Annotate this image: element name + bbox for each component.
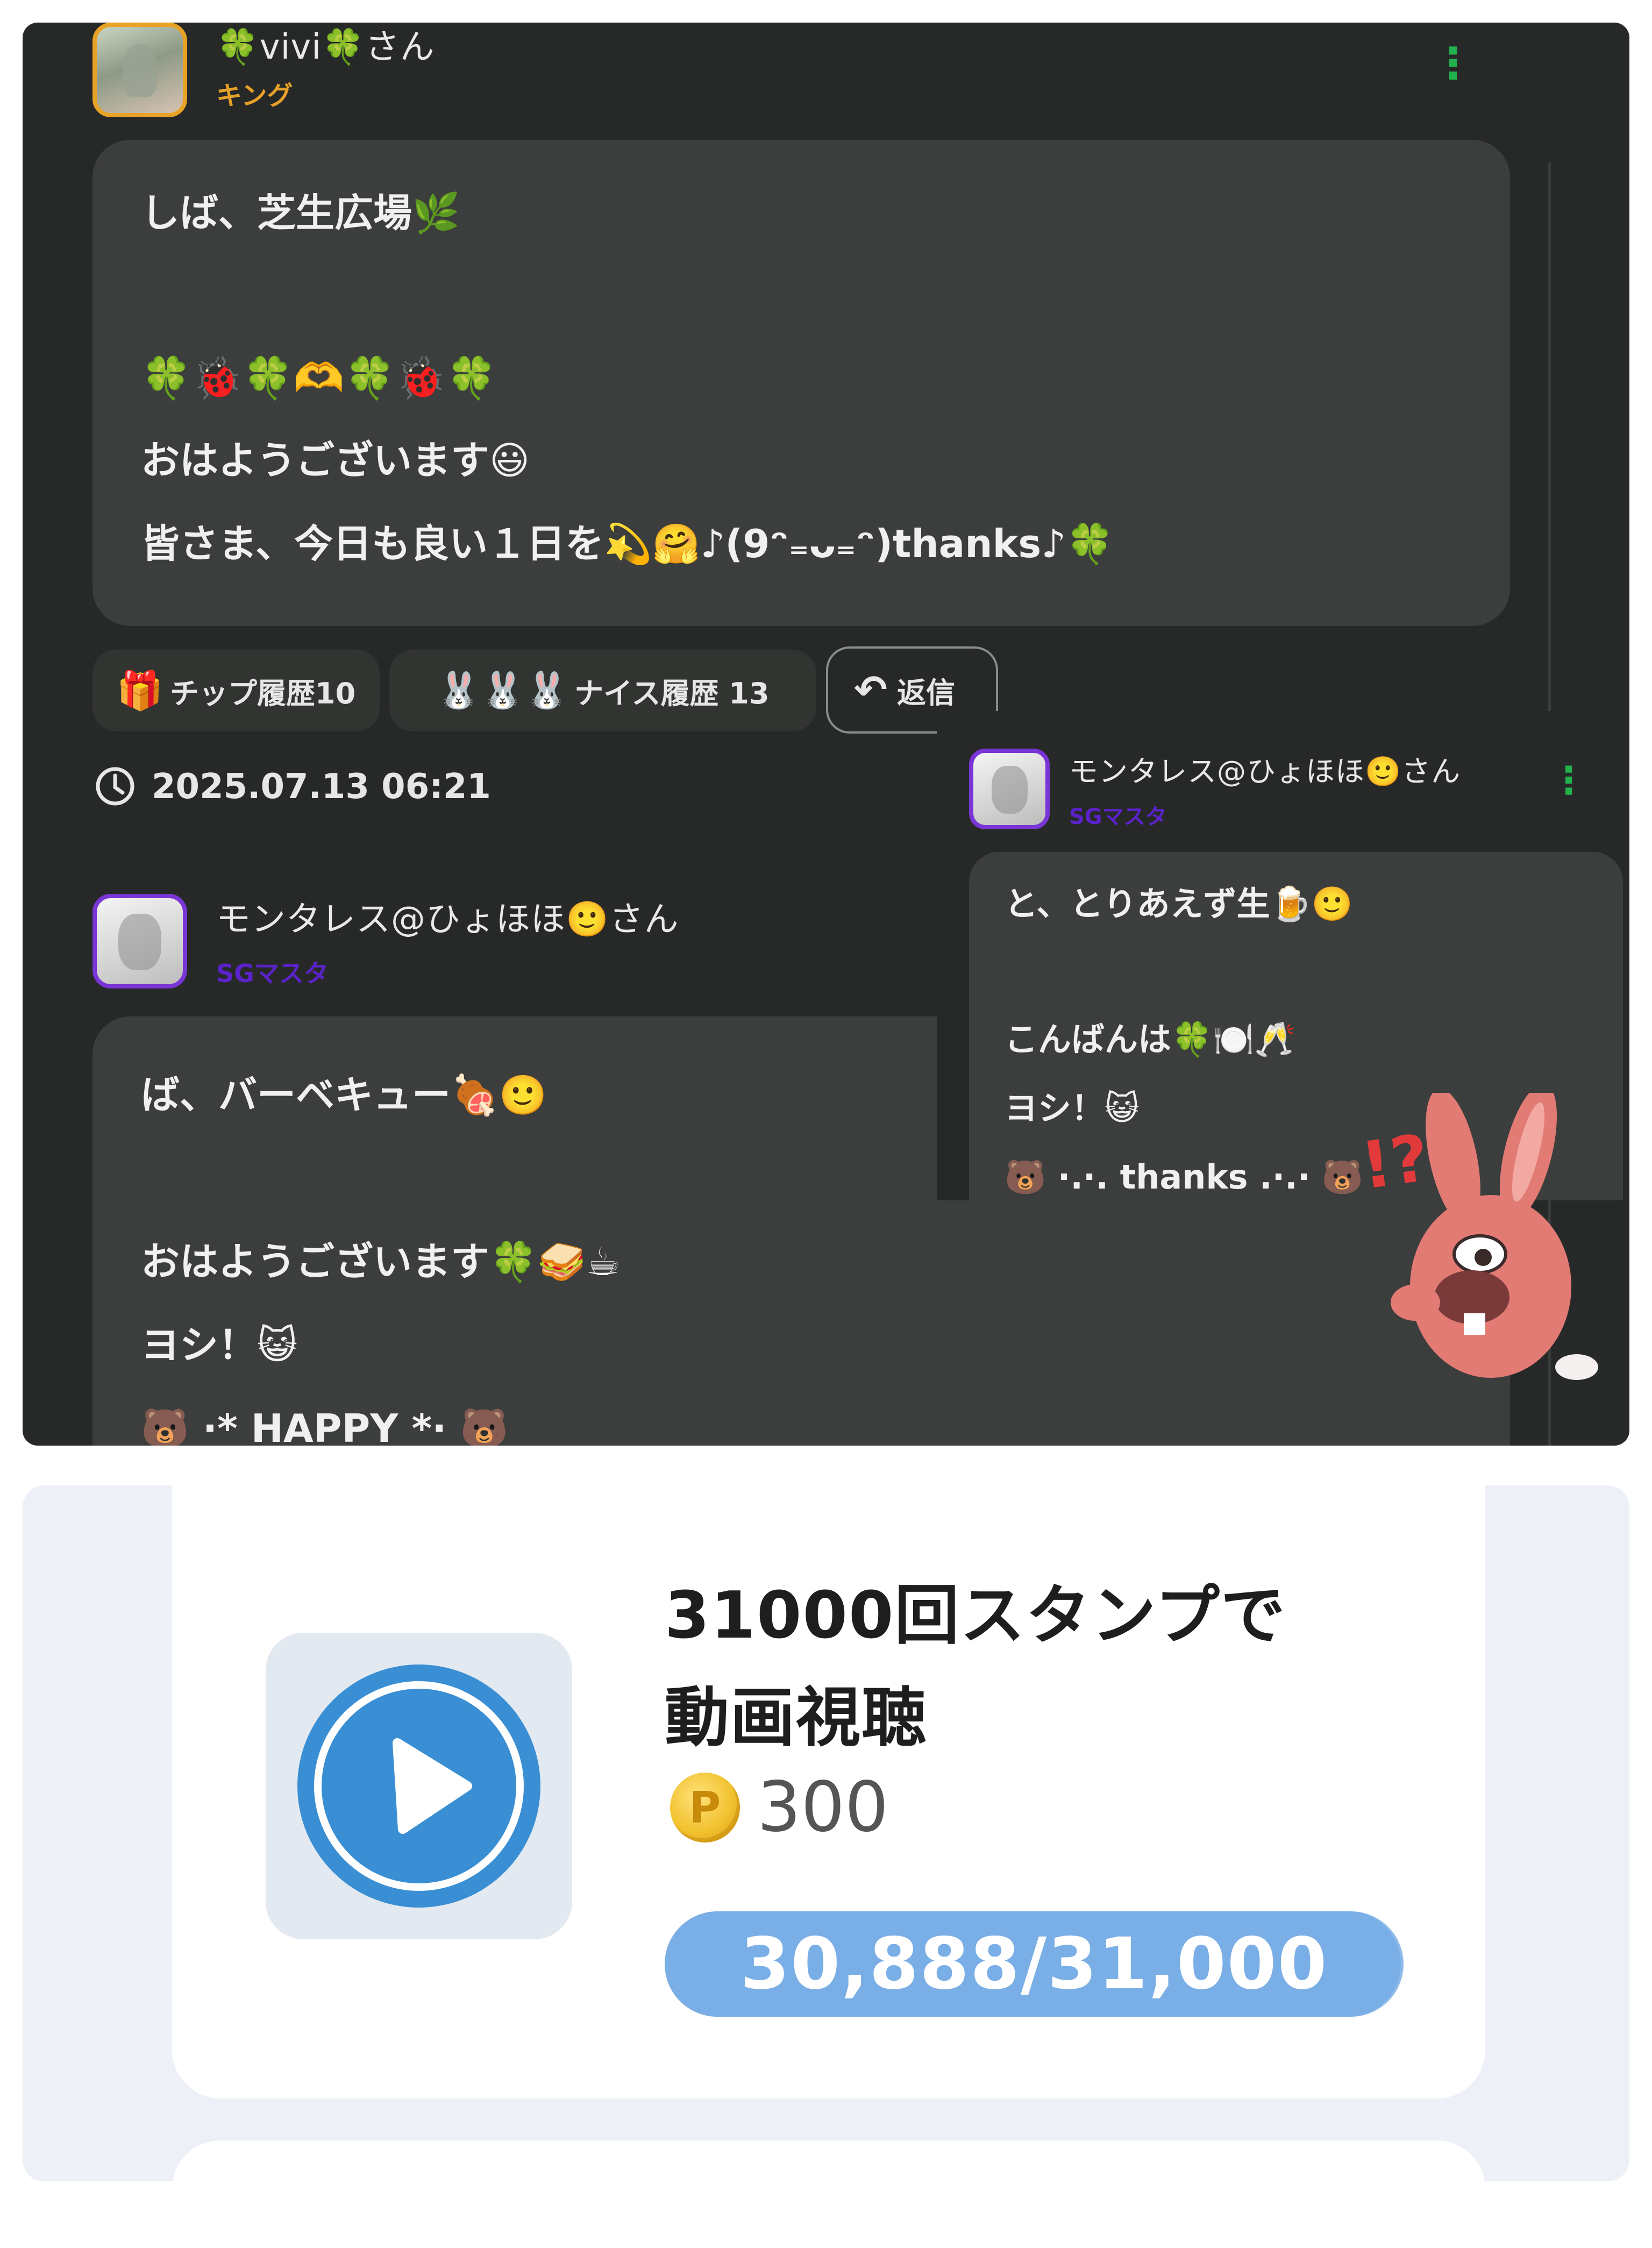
user-name[interactable]: モンタレス@ひょほほ🙂さん	[216, 892, 679, 941]
reply-label: 返信	[897, 675, 956, 710]
video-tile[interactable]	[266, 1633, 572, 1939]
user-name[interactable]: モンタレス@ひょほほ🙂さん	[1069, 748, 1461, 790]
user-rank: キング	[216, 81, 293, 111]
play-icon[interactable]	[295, 1662, 543, 1910]
message-line: おはようございます🍀🥪☕	[141, 1239, 621, 1284]
chat-panel: 🍀vivi🍀さん キング ⋮ しば、芝生広場🌿 🍀🐞🍀🫶🍀🐞🍀 おはようございま…	[23, 23, 1629, 1446]
nice-history-label: ナイス履歴 13	[574, 676, 770, 710]
tip-history-label: チップ履歴10	[170, 676, 356, 710]
more-menu-icon[interactable]: ⋮	[1432, 42, 1475, 85]
message-line: 🐻 ·.·. thanks .·.· 🐻	[1005, 1157, 1364, 1197]
user-name[interactable]: 🍀vivi🍀さん	[216, 23, 435, 69]
message-line: 皆さま、今日も良い１日を💫🤗♪(9ᵔ₌ᴗ₌ᵔ)thanks♪🍀	[141, 521, 1114, 566]
message-line: ば、バーベキュー🍖🙂	[141, 1072, 547, 1118]
coin-reward-amount: 300	[757, 1767, 889, 1847]
message-line: 🐻 ·* HAPPY *· 🐻	[141, 1406, 509, 1446]
message-line: こんばんは🍀🍽️🥂	[1005, 1020, 1296, 1059]
user-rank: SGマスタ	[216, 959, 329, 988]
user-rank: SGマスタ	[1069, 805, 1167, 829]
message-line: と、とりあえず生🍺🙂	[1005, 884, 1353, 923]
message-line: しば、芝生広場🌿	[141, 190, 460, 236]
rabbit-icon: 🐰🐰🐰	[436, 670, 569, 711]
sticker-label: !?	[1356, 1121, 1434, 1204]
surprised-rabbit-sticker: !?	[1357, 1084, 1614, 1394]
post-timestamp: 2025.07.13 06:21	[152, 767, 491, 807]
stamp-progress-text: 30,888/31,000	[740, 1923, 1328, 2005]
coin-icon: P	[670, 1773, 740, 1842]
nice-history-button[interactable]: 🐰🐰🐰 ナイス履歴 13	[389, 650, 816, 731]
message-line: ヨシ！😺	[1005, 1089, 1140, 1128]
stamp-title-line2: 動画視聴	[665, 1681, 927, 1755]
more-menu-icon[interactable]: ⋮	[1550, 762, 1587, 799]
avatar[interactable]	[969, 749, 1050, 829]
next-stamp-card[interactable]	[172, 2140, 1485, 2248]
stamp-progress-bar: 30,888/31,000	[665, 1911, 1404, 2017]
gift-icon: 🎁	[116, 668, 163, 713]
message-bubble: しば、芝生広場🌿 🍀🐞🍀🫶🍀🐞🍀 おはようございます😃 皆さま、今日も良い１日を…	[92, 140, 1510, 626]
message-line: ヨシ！😺	[141, 1322, 298, 1368]
reply-icon: ↶	[854, 667, 888, 713]
avatar[interactable]	[92, 894, 187, 988]
clock-icon	[94, 765, 137, 808]
stamp-title: 31000回スタンプで	[665, 1578, 1286, 1653]
avatar[interactable]	[92, 23, 187, 117]
message-line: おはようございます😃	[141, 438, 530, 483]
message-line: 🍀🐞🍀🫶🍀🐞🍀	[141, 354, 497, 402]
tip-history-button[interactable]: 🎁 チップ履歴10	[92, 650, 380, 731]
